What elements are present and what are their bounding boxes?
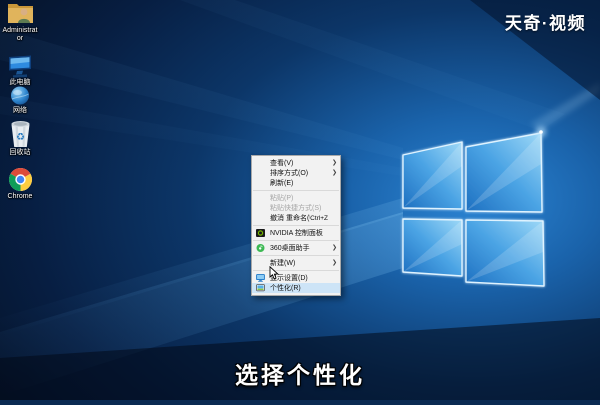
menu-item-label: 粘贴(P)	[270, 195, 294, 202]
menu-separator	[253, 240, 339, 241]
menu-separator	[253, 270, 339, 271]
chrome-icon	[8, 168, 32, 191]
menu-item-label: 刷新(E)	[270, 180, 294, 187]
display-settings-icon	[256, 274, 265, 282]
desktop-icon-label: Chrome	[7, 193, 33, 200]
personalize-icon	[256, 284, 265, 292]
menu-item-nvidia-control-panel[interactable]: NVIDIA 控制面板	[252, 228, 340, 238]
menu-item-label: 查看(V)	[270, 160, 294, 167]
chevron-right-icon: ❯	[331, 260, 337, 266]
desktop-icon-label: 网络	[13, 107, 27, 114]
desktop-icon-label: Administrator	[2, 27, 38, 43]
this-pc-icon	[9, 55, 31, 78]
recycle-bin-icon: ♻	[11, 121, 29, 147]
network-icon	[11, 86, 29, 105]
menu-item-paste: 粘贴(P)	[252, 193, 340, 203]
chevron-right-icon: ❯	[331, 245, 337, 251]
desktop-icon-administrator[interactable]: Administrator	[0, 1, 40, 44]
menu-item-refresh[interactable]: 刷新(E)	[252, 178, 340, 188]
menu-item-label: 个性化(R)	[270, 285, 301, 292]
menu-item-360-desktop-assistant[interactable]: 360桌面助手 ❯	[252, 243, 340, 253]
channel-watermark: 天奇·视频	[504, 14, 586, 33]
menu-item-paste-shortcut: 粘贴快捷方式(S)	[252, 203, 340, 213]
menu-shortcut: Ctrl+Z	[310, 214, 328, 222]
menu-separator	[253, 190, 339, 191]
desktop-icon-recycle-bin[interactable]: ♻ 回收站	[0, 120, 40, 157]
menu-item-label: 360桌面助手	[270, 245, 310, 252]
menu-item-personalize[interactable]: 个性化(R)	[252, 283, 340, 293]
desktop-assistant-icon	[256, 244, 265, 252]
video-subtitle: 选择个性化	[235, 362, 365, 388]
menu-separator	[253, 255, 339, 256]
menu-item-label: 排序方式(O)	[270, 170, 309, 177]
desktop-icon-this-pc[interactable]: 此电脑	[0, 55, 40, 87]
menu-item-sort-by[interactable]: 排序方式(O) ❯	[252, 168, 340, 178]
desktop-icon-label: 回收站	[9, 149, 31, 156]
recycle-glyph: ♻	[16, 132, 25, 143]
chevron-right-icon: ❯	[331, 170, 337, 176]
desktop-icon-chrome[interactable]: Chrome	[0, 167, 40, 201]
mouse-cursor-icon	[269, 266, 279, 280]
menu-separator	[253, 225, 339, 226]
menu-item-view[interactable]: 查看(V) ❯	[252, 158, 340, 168]
menu-item-new[interactable]: 新建(W) ❯	[252, 258, 340, 268]
menu-item-label: 撤消 重命名(U)	[270, 215, 310, 222]
menu-item-display-settings[interactable]: 显示设置(D)	[252, 273, 340, 283]
menu-item-label: NVIDIA 控制面板	[270, 230, 323, 237]
menu-item-undo-rename[interactable]: 撤消 重命名(U) Ctrl+Z	[252, 213, 340, 223]
desktop-icon-network[interactable]: 网络	[0, 86, 40, 115]
desktop-context-menu: 查看(V) ❯ 排序方式(O) ❯ 刷新(E) 粘贴(P) 粘贴快捷方式(S) …	[251, 155, 341, 296]
chevron-right-icon: ❯	[331, 160, 337, 166]
user-folder-icon	[7, 4, 33, 23]
menu-item-label: 粘贴快捷方式(S)	[270, 205, 322, 212]
nvidia-icon	[256, 229, 265, 237]
